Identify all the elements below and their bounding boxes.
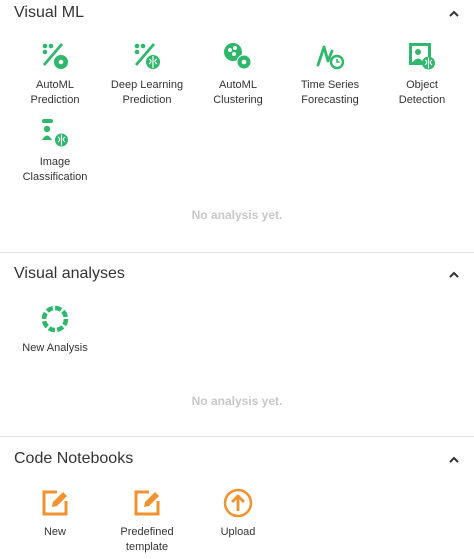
object-detection-icon [409, 43, 435, 70]
tile-label: New [43, 526, 66, 538]
section-title: Visual ML [14, 4, 84, 21]
upload-icon [223, 488, 253, 518]
empty-message: No analysis yet. [191, 394, 283, 408]
tile-label: New Analysis [22, 342, 88, 354]
edit-icon [134, 490, 160, 516]
tile-label: Image Classification [22, 156, 88, 183]
automl-prediction-icon [42, 43, 68, 69]
tile-deep-learning-prediction[interactable]: Deep Learning Prediction [101, 41, 193, 108]
image-classification-icon [42, 119, 68, 147]
deep-learning-prediction-icon [134, 43, 160, 69]
collapse-chevron-up-icon[interactable] [446, 266, 462, 282]
code-notebooks-section: Code Notebooks New Predefined template U… [0, 436, 474, 559]
tile-automl-clustering[interactable]: AutoML Clustering [192, 41, 284, 108]
code-notebooks-header: Code Notebooks [14, 446, 462, 472]
empty-message: No analysis yet. [191, 208, 283, 222]
visual-ml-section: Visual ML AutoML Prediction Deep Learnin… [0, 0, 474, 252]
tile-automl-prediction[interactable]: AutoML Prediction [9, 41, 101, 108]
tile-upload[interactable]: Upload [192, 488, 284, 540]
tile-label: AutoML Clustering [213, 79, 263, 106]
tile-label: Upload [220, 526, 256, 538]
tile-image-classification[interactable]: Image Classification [9, 118, 101, 185]
collapse-chevron-up-icon[interactable] [446, 451, 462, 467]
tile-label: Object Detection [398, 79, 446, 106]
tile-time-series-forecasting[interactable]: Time Series Forecasting [284, 41, 376, 108]
section-title: Visual analyses [14, 265, 125, 282]
visual-ml-header: Visual ML [14, 0, 462, 26]
tile-label: Deep Learning Prediction [110, 79, 184, 106]
edit-icon [42, 490, 68, 516]
visual-analyses-section: Visual analyses New Analysis No analysis… [0, 252, 474, 436]
tile-label: Predefined template [120, 526, 174, 553]
automl-clustering-icon [224, 43, 252, 70]
tile-new-notebook[interactable]: New [9, 488, 101, 540]
tile-label: AutoML Prediction [30, 79, 80, 106]
tile-new-analysis[interactable]: New Analysis [9, 304, 101, 356]
section-title: Code Notebooks [14, 450, 134, 467]
time-series-forecasting-icon [316, 45, 345, 70]
new-analysis-icon [41, 305, 69, 333]
tile-predefined-template[interactable]: Predefined template [101, 488, 193, 555]
tile-object-detection[interactable]: Object Detection [376, 41, 468, 108]
tile-label: Time Series Forecasting [300, 79, 360, 106]
collapse-chevron-up-icon[interactable] [446, 5, 462, 21]
visual-analyses-header: Visual analyses [14, 261, 462, 287]
